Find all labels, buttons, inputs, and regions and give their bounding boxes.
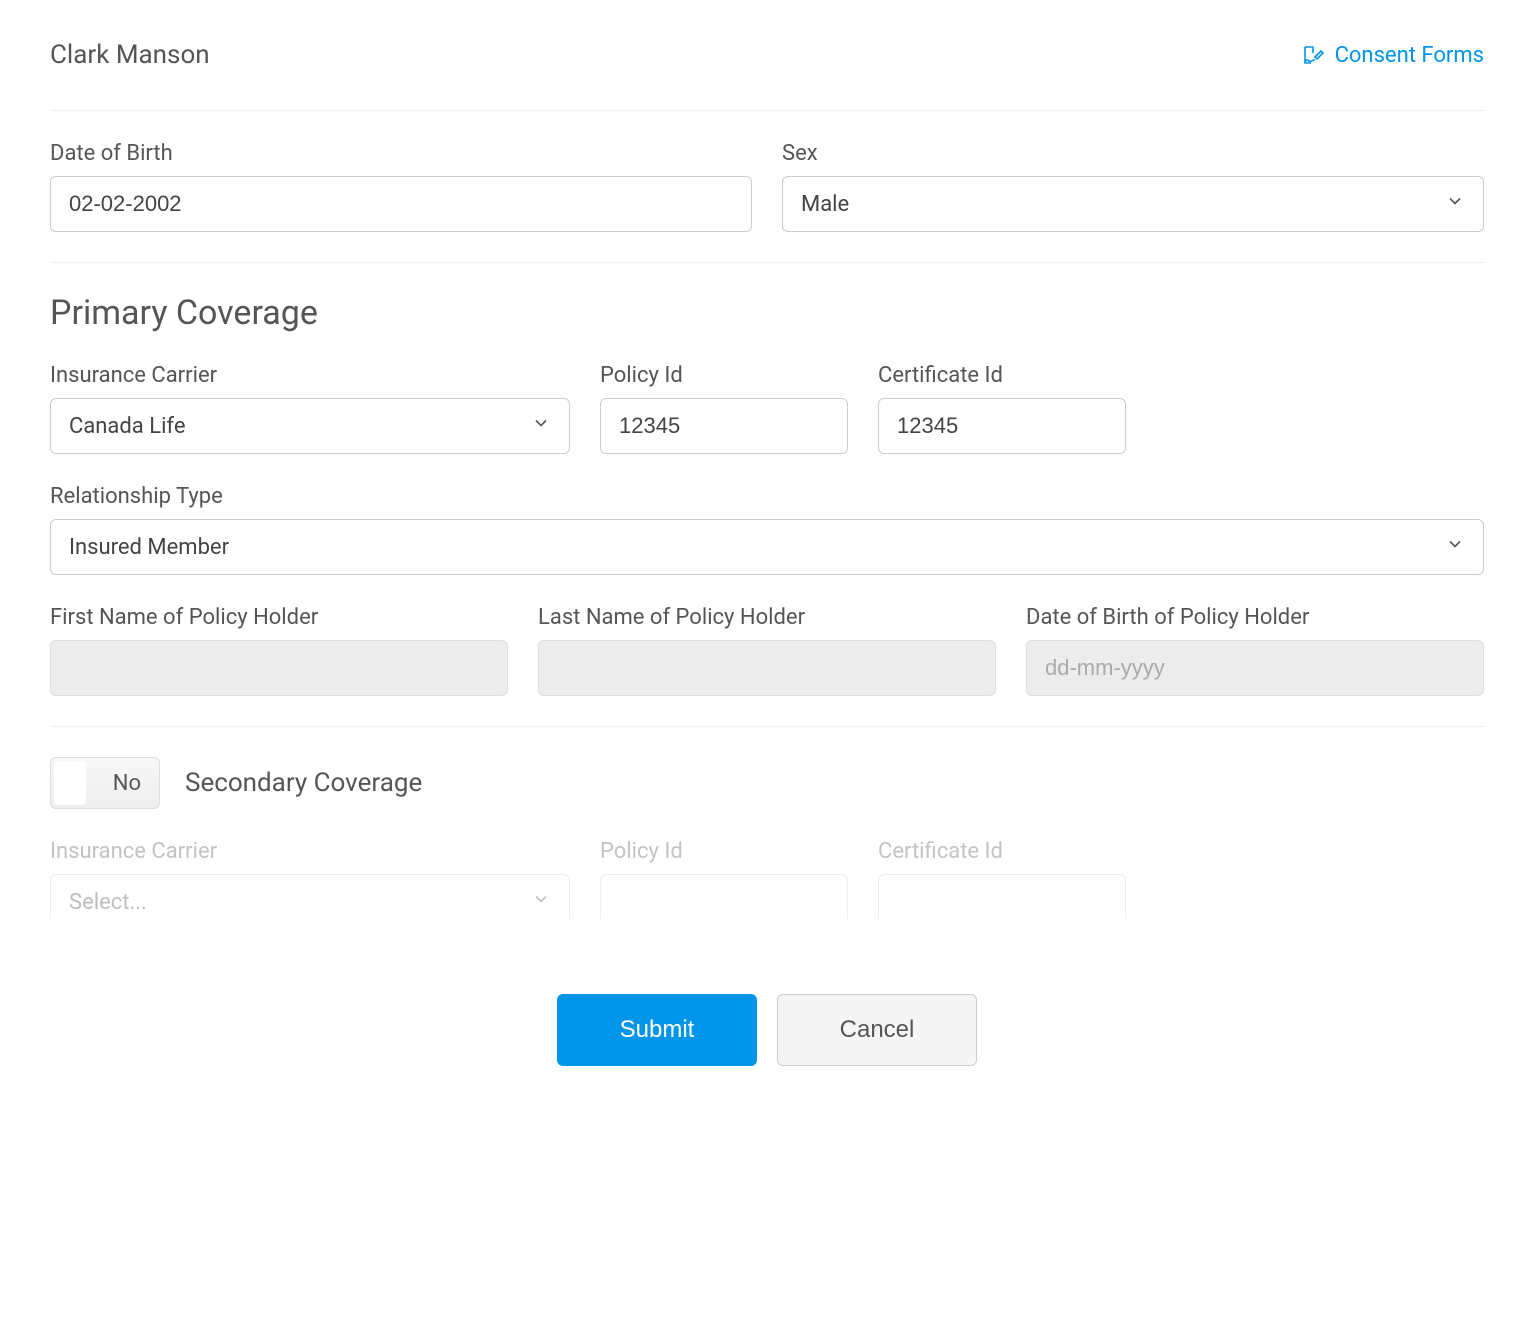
primary-policy-field: Policy Id <box>600 363 848 454</box>
secondary-section: No Secondary Coverage Insurance Carrier … <box>50 726 1484 919</box>
secondary-policy-input <box>600 874 848 919</box>
consent-forms-link[interactable]: Consent Forms <box>1301 43 1484 68</box>
submit-button[interactable]: Submit <box>557 994 757 1066</box>
holder-first-label: First Name of Policy Holder <box>50 605 508 630</box>
holder-dob-field: Date of Birth of Policy Holder <box>1026 605 1484 696</box>
secondary-carrier-value: Select... <box>69 890 147 915</box>
divider <box>50 262 1484 263</box>
secondary-carrier-label: Insurance Carrier <box>50 839 570 864</box>
primary-policy-label: Policy Id <box>600 363 848 388</box>
primary-coverage-title: Primary Coverage <box>50 293 1484 333</box>
secondary-policy-label: Policy Id <box>600 839 848 864</box>
holder-dob-input <box>1026 640 1484 696</box>
toggle-state: No <box>113 771 141 796</box>
primary-carrier-field: Insurance Carrier Canada Life <box>50 363 570 454</box>
toggle-thumb <box>54 761 86 805</box>
secondary-cert-label: Certificate Id <box>878 839 1126 864</box>
secondary-carrier-field: Insurance Carrier Select... <box>50 839 570 919</box>
chevron-down-icon <box>531 889 551 915</box>
cancel-button[interactable]: Cancel <box>777 994 977 1066</box>
relationship-field: Relationship Type Insured Member <box>50 484 1484 575</box>
relationship-value: Insured Member <box>69 535 229 560</box>
chevron-down-icon <box>1445 534 1465 560</box>
patient-name: Clark Manson <box>50 40 210 70</box>
holder-dob-label: Date of Birth of Policy Holder <box>1026 605 1484 630</box>
primary-policy-input[interactable] <box>600 398 848 454</box>
primary-carrier-select[interactable]: Canada Life <box>50 398 570 454</box>
secondary-carrier-select: Select... <box>50 874 570 919</box>
primary-carrier-label: Insurance Carrier <box>50 363 570 388</box>
dob-field: Date of Birth <box>50 141 752 232</box>
secondary-cert-input <box>878 874 1126 919</box>
consent-forms-label: Consent Forms <box>1335 43 1484 68</box>
sex-field: Sex Male <box>782 141 1484 232</box>
holder-last-label: Last Name of Policy Holder <box>538 605 996 630</box>
primary-carrier-value: Canada Life <box>69 414 186 439</box>
holder-first-field: First Name of Policy Holder <box>50 605 508 696</box>
signature-icon <box>1301 43 1325 67</box>
dob-input[interactable] <box>50 176 752 232</box>
secondary-toggle[interactable]: No <box>50 757 160 809</box>
sex-select[interactable]: Male <box>782 176 1484 232</box>
primary-cert-input[interactable] <box>878 398 1126 454</box>
primary-cert-field: Certificate Id <box>878 363 1126 454</box>
header-row: Clark Manson Consent Forms <box>50 40 1484 111</box>
secondary-cert-field: Certificate Id <box>878 839 1126 919</box>
holder-last-input <box>538 640 996 696</box>
dob-label: Date of Birth <box>50 141 752 166</box>
holder-last-field: Last Name of Policy Holder <box>538 605 996 696</box>
chevron-down-icon <box>1445 191 1465 217</box>
secondary-policy-field: Policy Id <box>600 839 848 919</box>
chevron-down-icon <box>531 413 551 439</box>
sex-value: Male <box>801 192 849 217</box>
sex-label: Sex <box>782 141 1484 166</box>
button-bar: Submit Cancel <box>0 959 1534 1076</box>
secondary-coverage-title: Secondary Coverage <box>185 768 422 798</box>
relationship-select[interactable]: Insured Member <box>50 519 1484 575</box>
holder-first-input <box>50 640 508 696</box>
relationship-label: Relationship Type <box>50 484 1484 509</box>
primary-cert-label: Certificate Id <box>878 363 1126 388</box>
